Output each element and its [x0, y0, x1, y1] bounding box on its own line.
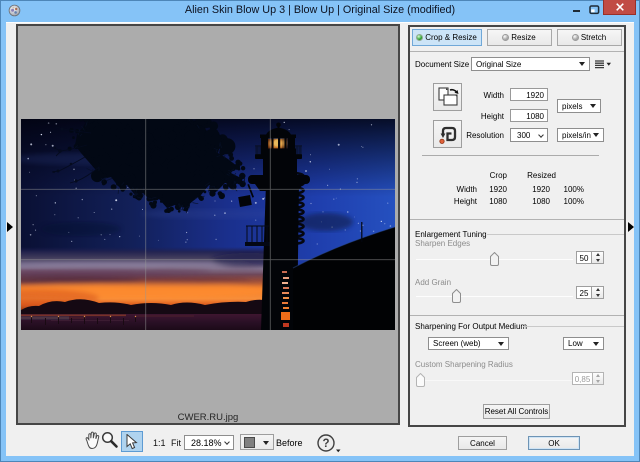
- svg-text:?: ?: [322, 438, 329, 450]
